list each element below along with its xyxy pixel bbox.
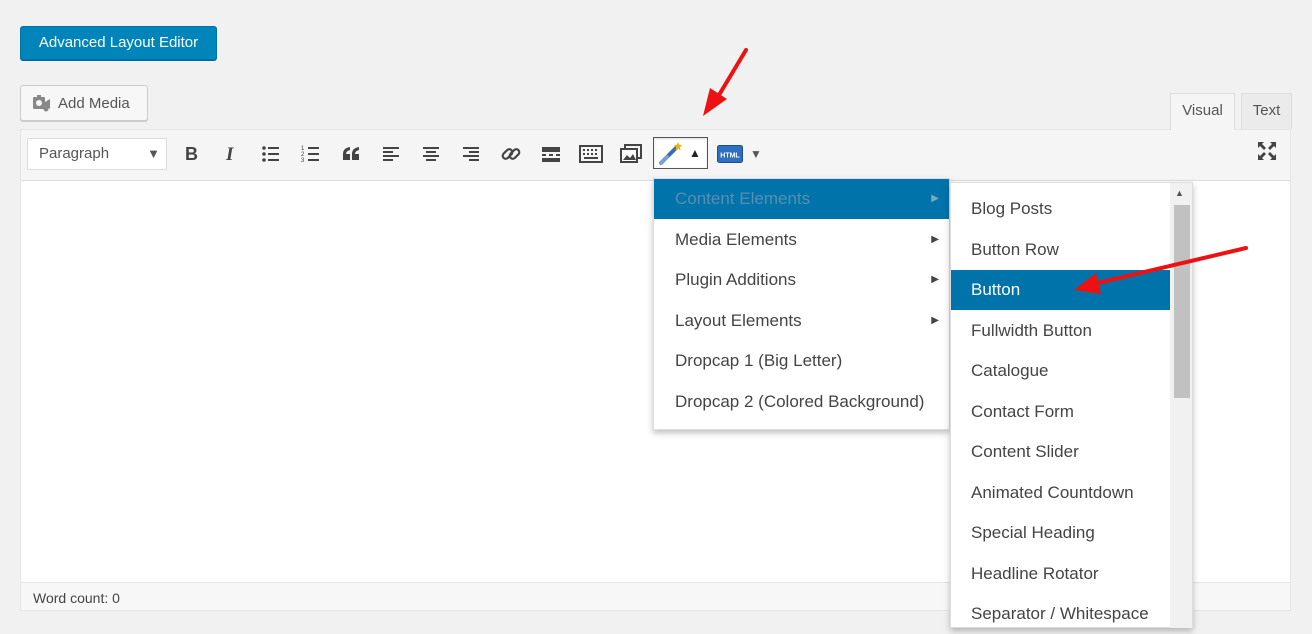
insert-more-button[interactable] (537, 140, 565, 168)
align-center-button[interactable] (417, 140, 445, 168)
numbered-list-button[interactable]: 1 2 3 (297, 140, 325, 168)
submenu-item-contact-form[interactable]: Contact Form (951, 392, 1170, 432)
menu-item-label: Plugin Additions (675, 270, 796, 289)
svg-text:I: I (225, 145, 234, 163)
submenu-item-headline-rotator[interactable]: Headline Rotator (951, 554, 1170, 594)
menu-item-content-elements[interactable]: Content Elements ▶ (654, 179, 949, 219)
keyboard-icon (579, 145, 603, 163)
link-icon (501, 148, 521, 160)
media-icon (33, 95, 50, 112)
chevron-down-icon[interactable]: ▼ (750, 147, 762, 161)
blockquote-icon (343, 147, 359, 160)
align-left-icon (383, 147, 399, 161)
italic-icon: I (225, 145, 234, 163)
fullscreen-button[interactable] (1253, 137, 1281, 165)
caret-right-icon: ▶ (931, 274, 939, 285)
submenu-item-separator[interactable]: Separator / Whitespace (951, 594, 1170, 634)
horizontal-line-icon (542, 147, 560, 162)
bullet-list-icon (262, 146, 279, 162)
svg-text:3: 3 (301, 158, 305, 163)
submenu-item-button[interactable]: Button (951, 270, 1170, 310)
format-select[interactable]: Paragraph ▼ (27, 138, 167, 170)
link-button[interactable] (497, 140, 525, 168)
align-left-button[interactable] (377, 140, 405, 168)
menu-item-label: Content Elements (675, 189, 811, 208)
menu-item-layout-elements[interactable]: Layout Elements ▶ (654, 301, 949, 341)
italic-button[interactable]: I (217, 140, 245, 168)
menu-item-label: Media Elements (675, 230, 797, 249)
advanced-layout-editor-button[interactable]: Advanced Layout Editor (20, 26, 217, 60)
tab-visual[interactable]: Visual (1170, 93, 1235, 130)
caret-right-icon: ▶ (931, 193, 939, 204)
fullscreen-icon (1258, 142, 1276, 160)
submenu-item-blog-posts[interactable]: Blog Posts (951, 189, 1170, 229)
menu-item-label: Dropcap 1 (Big Letter) (675, 351, 843, 370)
menu-item-plugin-additions[interactable]: Plugin Additions ▶ (654, 260, 949, 300)
align-center-icon (423, 147, 439, 161)
menu-item-label: Dropcap 2 (Colored Background) (675, 392, 925, 411)
tab-text[interactable]: Text (1241, 93, 1292, 129)
add-media-button[interactable]: Add Media (20, 85, 148, 121)
content-elements-submenu: Blog Posts Button Row Button Fullwidth B… (950, 182, 1193, 628)
add-media-label: Add Media (58, 94, 130, 112)
format-select-value: Paragraph (39, 145, 110, 162)
submenu-item-content-slider[interactable]: Content Slider (951, 432, 1170, 472)
align-right-button[interactable] (457, 140, 485, 168)
submenu-item-fullwidth-button[interactable]: Fullwidth Button (951, 311, 1170, 351)
caret-right-icon: ▶ (931, 315, 939, 326)
menu-item-label: Layout Elements (675, 311, 802, 330)
chevron-down-icon: ▼ (147, 146, 160, 161)
menu-item-media-elements[interactable]: Media Elements ▶ (654, 220, 949, 260)
scroll-up-icon[interactable]: ▲ (1175, 188, 1184, 198)
magic-wand-icon (659, 142, 683, 165)
shortcode-menu: Content Elements ▶ Media Elements ▶ Plug… (653, 178, 950, 430)
html-icon: HTML (717, 145, 743, 163)
annotation-arrow-wand (703, 48, 748, 116)
blockquote-button[interactable] (337, 140, 365, 168)
bold-icon: B (185, 145, 198, 163)
caret-right-icon: ▶ (931, 234, 939, 245)
submenu-scrollbar-thumb[interactable] (1174, 205, 1190, 398)
bullet-list-button[interactable] (257, 140, 285, 168)
submenu-item-catalogue[interactable]: Catalogue (951, 351, 1170, 391)
submenu-item-animated-countdown[interactable]: Animated Countdown (951, 473, 1170, 513)
toolbar-toggle-button[interactable] (577, 140, 605, 168)
caret-up-icon[interactable]: ▲ (689, 146, 701, 160)
menu-item-dropcap-1[interactable]: Dropcap 1 (Big Letter) (654, 341, 949, 381)
html-button[interactable]: HTML (716, 140, 744, 168)
align-right-icon (463, 147, 479, 161)
submenu-item-special-heading[interactable]: Special Heading (951, 513, 1170, 553)
bold-button[interactable]: B (177, 140, 205, 168)
gallery-button[interactable] (617, 140, 645, 168)
menu-item-dropcap-2[interactable]: Dropcap 2 (Colored Background) (654, 382, 949, 422)
gallery-icon (620, 144, 642, 163)
numbered-list-icon: 1 2 3 (301, 146, 319, 163)
svg-text:HTML: HTML (720, 153, 740, 160)
submenu-item-button-row[interactable]: Button Row (951, 230, 1170, 270)
svg-text:B: B (185, 145, 198, 163)
